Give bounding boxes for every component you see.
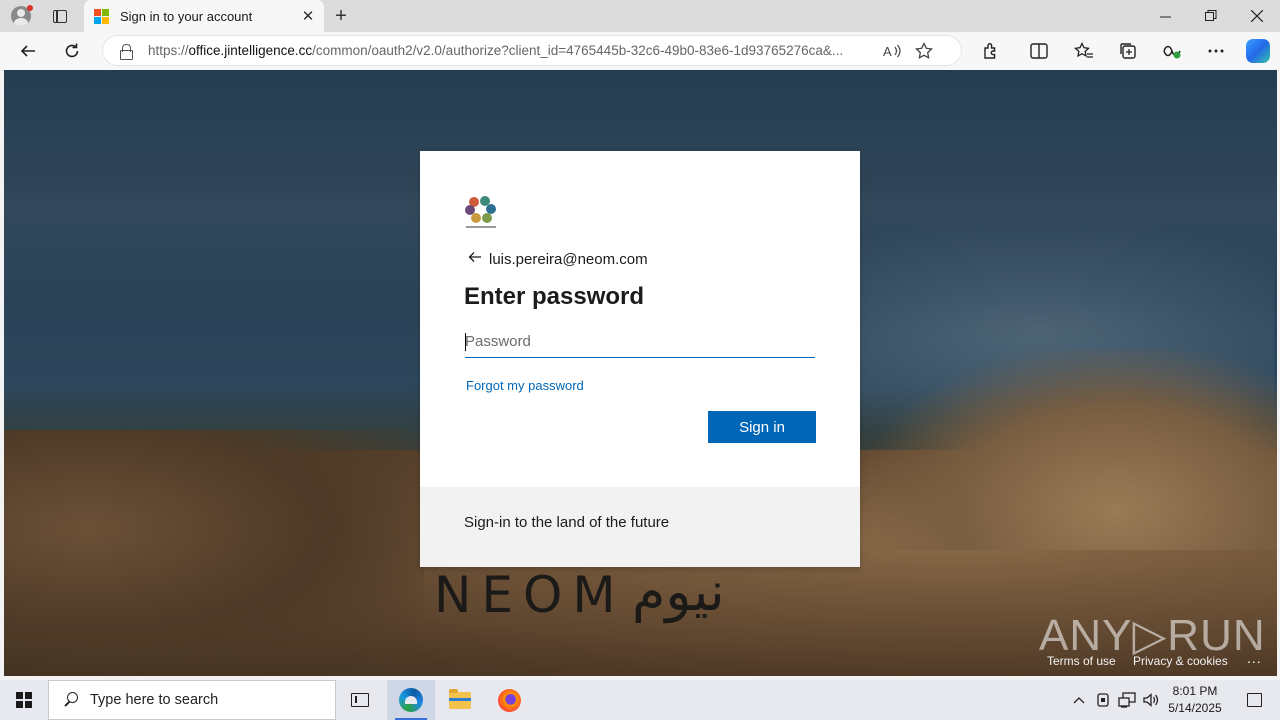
refresh-icon[interactable] [57, 36, 87, 66]
identity-banner[interactable]: luis.pereira@neom.com [468, 250, 648, 268]
restore-icon[interactable] [1188, 0, 1234, 32]
back-icon[interactable] [13, 36, 43, 66]
tab-sign-in[interactable]: Sign in to your account ✕ [84, 0, 324, 32]
neom-watermark-arabic: نيوم [632, 560, 725, 623]
privacy-cookies-link[interactable]: Privacy & cookies [1133, 654, 1228, 668]
new-tab-icon[interactable]: + [328, 4, 354, 28]
split-screen-icon[interactable] [1024, 36, 1054, 66]
card-footer: Sign-in to the land of the future [420, 487, 860, 567]
browser-toolbar: https://office.jintelligence.cc/common/o… [0, 32, 1280, 70]
neom-watermark-latin: NEOM [434, 566, 626, 624]
extensions-icon[interactable] [976, 36, 1006, 66]
notifications-button[interactable] [1236, 680, 1272, 720]
taskbar-search[interactable]: Type here to search [48, 680, 336, 720]
svg-text:A: A [883, 44, 892, 59]
search-icon [63, 692, 79, 708]
forgot-password-link[interactable]: Forgot my password [466, 378, 584, 393]
clock-time: 8:01 PM [1172, 684, 1218, 698]
tagline-text: Sign-in to the land of the future [464, 514, 670, 531]
url-host: office.jintelligence.cc [188, 43, 313, 58]
close-window-icon[interactable] [1234, 0, 1280, 32]
neom-logo-icon [465, 195, 497, 231]
volume-icon[interactable] [1140, 680, 1162, 720]
browser-essentials-icon[interactable] [1157, 36, 1187, 66]
minimize-icon[interactable] [1142, 0, 1188, 32]
back-arrow-icon[interactable] [468, 250, 482, 268]
identity-email: luis.pereira@neom.com [489, 250, 648, 268]
terms-of-use-link[interactable]: Terms of use [1047, 654, 1116, 668]
favorite-star-icon[interactable] [908, 37, 940, 65]
edge-icon [399, 688, 423, 712]
start-button[interactable] [0, 680, 48, 720]
firefox-icon [497, 688, 521, 712]
page-content: NEOM نيوم luis.pereira@neom.com Enter pa… [4, 70, 1277, 676]
password-field[interactable] [465, 326, 815, 358]
tab-title: Sign in to your account [120, 8, 253, 24]
sign-in-card: luis.pereira@neom.com Enter password For… [420, 151, 860, 567]
task-view-button[interactable] [336, 680, 384, 720]
close-tab-icon[interactable]: ✕ [296, 4, 320, 28]
collections-icon[interactable] [1113, 36, 1143, 66]
search-placeholder: Type here to search [90, 692, 219, 708]
address-bar[interactable]: https://office.jintelligence.cc/common/o… [102, 35, 962, 66]
task-view-icon [351, 693, 369, 707]
tab-actions-icon[interactable] [47, 4, 73, 28]
more-options-button[interactable]: ... [1247, 650, 1262, 666]
taskbar: Type here to search 8:01 PM 5/14/2025 [0, 680, 1280, 720]
taskbar-edge[interactable] [387, 680, 435, 720]
clock-date: 5/14/2025 [1168, 701, 1222, 715]
lock-icon[interactable] [120, 43, 134, 60]
page-title: Enter password [464, 283, 645, 310]
notification-icon [1246, 693, 1262, 707]
copilot-icon[interactable] [1246, 39, 1270, 63]
taskbar-file-explorer[interactable] [436, 680, 484, 720]
profile-icon[interactable] [8, 4, 34, 28]
microsoft-logo-icon [94, 8, 109, 24]
windows-logo-icon [16, 692, 32, 708]
defender-icon[interactable] [1093, 680, 1113, 720]
taskbar-clock[interactable]: 8:01 PM 5/14/2025 [1160, 683, 1230, 717]
read-aloud-icon[interactable]: A [876, 37, 908, 65]
url-text[interactable]: https://office.jintelligence.cc/common/o… [148, 43, 876, 58]
more-menu-icon[interactable] [1201, 36, 1231, 66]
sign-in-button[interactable]: Sign in [708, 411, 816, 443]
taskbar-firefox[interactable] [485, 680, 533, 720]
show-hidden-icons-icon[interactable] [1068, 680, 1090, 720]
browser-tab-bar: Sign in to your account ✕ + [0, 0, 1280, 32]
folder-icon [449, 688, 471, 709]
text-caret [465, 333, 466, 351]
favorites-icon[interactable] [1069, 36, 1099, 66]
network-icon[interactable] [1116, 680, 1138, 720]
